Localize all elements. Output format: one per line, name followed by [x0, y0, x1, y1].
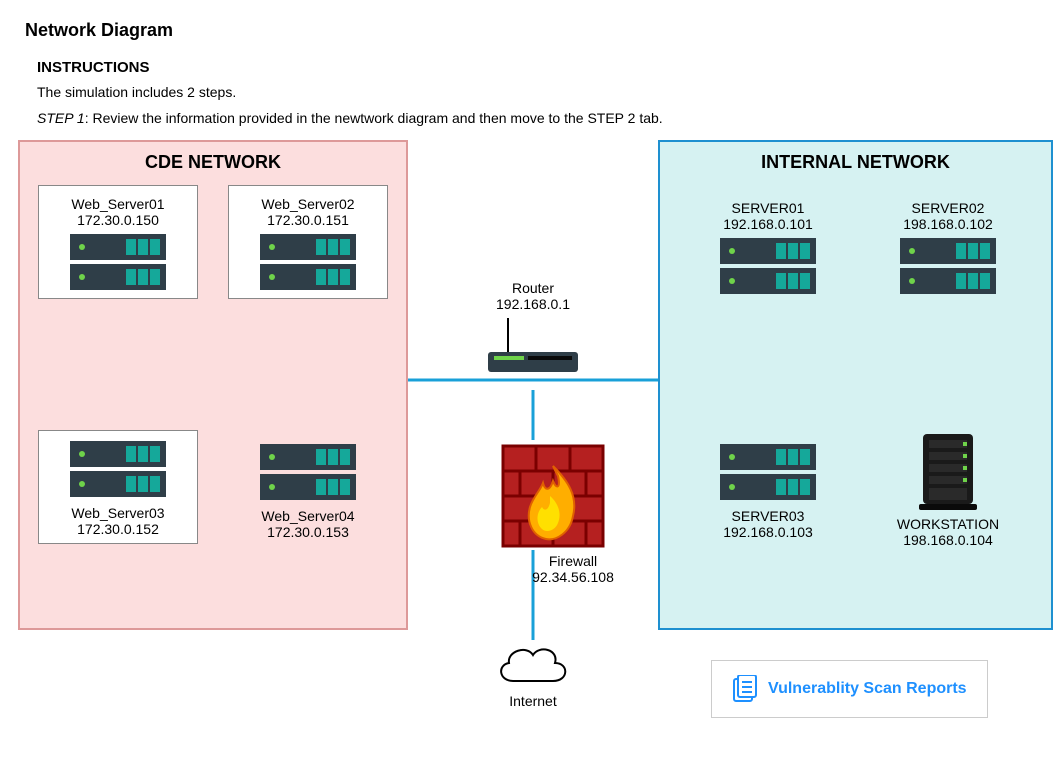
- vulnerability-scan-reports-button[interactable]: Vulnerablity Scan Reports: [711, 660, 988, 718]
- node-ip: 172.30.0.153: [248, 524, 368, 540]
- workstation-icon: [917, 434, 979, 512]
- node-firewall[interactable]: Firewall 92.34.56.108: [473, 435, 633, 585]
- node-ip: 92.34.56.108: [513, 569, 633, 585]
- node-name: Firewall: [513, 553, 633, 569]
- report-icon: [732, 675, 758, 703]
- server-icon: [900, 238, 996, 296]
- node-web-server02[interactable]: Web_Server02 172.30.0.151: [228, 185, 388, 299]
- server-icon: [260, 444, 356, 502]
- node-ip: 172.30.0.150: [47, 212, 189, 228]
- network-diagram: CDE NETWORK INTERNAL NETWORK Web_Server0…: [18, 140, 1038, 740]
- node-web-server01[interactable]: Web_Server01 172.30.0.150: [38, 185, 198, 299]
- internal-zone-title: INTERNAL NETWORK: [660, 152, 1051, 173]
- step1-line: STEP 1: Review the information provided …: [37, 110, 1033, 126]
- node-name: SERVER02: [888, 200, 1008, 216]
- node-ip: 192.168.0.103: [708, 524, 828, 540]
- node-name: SERVER01: [708, 200, 828, 216]
- node-server03[interactable]: SERVER03 192.168.0.103: [708, 438, 828, 540]
- server-icon: [70, 234, 166, 292]
- page-title: Network Diagram: [25, 20, 1033, 41]
- instructions-text: The simulation includes 2 steps.: [37, 84, 1033, 100]
- node-name: Router: [473, 280, 593, 296]
- server-icon: [720, 444, 816, 502]
- node-ip: 172.30.0.152: [47, 521, 189, 537]
- step1-label: STEP 1: [37, 110, 85, 126]
- node-ip: 192.168.0.101: [708, 216, 828, 232]
- node-name: Web_Server02: [237, 196, 379, 212]
- step1-text: : Review the information provided in the…: [85, 110, 663, 126]
- node-ip: 198.168.0.104: [888, 532, 1008, 548]
- button-label: Vulnerablity Scan Reports: [768, 680, 967, 698]
- node-web-server03[interactable]: Web_Server03 172.30.0.152: [38, 430, 198, 544]
- node-server01[interactable]: SERVER01 192.168.0.101: [708, 200, 828, 296]
- server-icon: [70, 441, 166, 499]
- router-icon: [488, 318, 578, 378]
- node-web-server04[interactable]: Web_Server04 172.30.0.153: [248, 438, 368, 540]
- node-server02[interactable]: SERVER02 198.168.0.102: [888, 200, 1008, 296]
- node-ip: 172.30.0.151: [237, 212, 379, 228]
- node-ip: 198.168.0.102: [888, 216, 1008, 232]
- node-name: Web_Server04: [248, 508, 368, 524]
- cde-zone-title: CDE NETWORK: [20, 152, 406, 173]
- node-internet: Internet: [488, 635, 578, 709]
- node-workstation[interactable]: WORKSTATION 198.168.0.104: [888, 428, 1008, 548]
- node-ip: 192.168.0.1: [473, 296, 593, 312]
- server-icon: [720, 238, 816, 296]
- node-router[interactable]: Router 192.168.0.1: [473, 280, 593, 378]
- server-icon: [260, 234, 356, 292]
- firewall-icon: [498, 441, 608, 551]
- instructions-heading: INSTRUCTIONS: [37, 59, 1033, 76]
- cloud-icon: [493, 641, 573, 691]
- node-name: Web_Server03: [47, 505, 189, 521]
- node-name: SERVER03: [708, 508, 828, 524]
- node-name: Web_Server01: [47, 196, 189, 212]
- node-name: Internet: [488, 693, 578, 709]
- node-name: WORKSTATION: [888, 516, 1008, 532]
